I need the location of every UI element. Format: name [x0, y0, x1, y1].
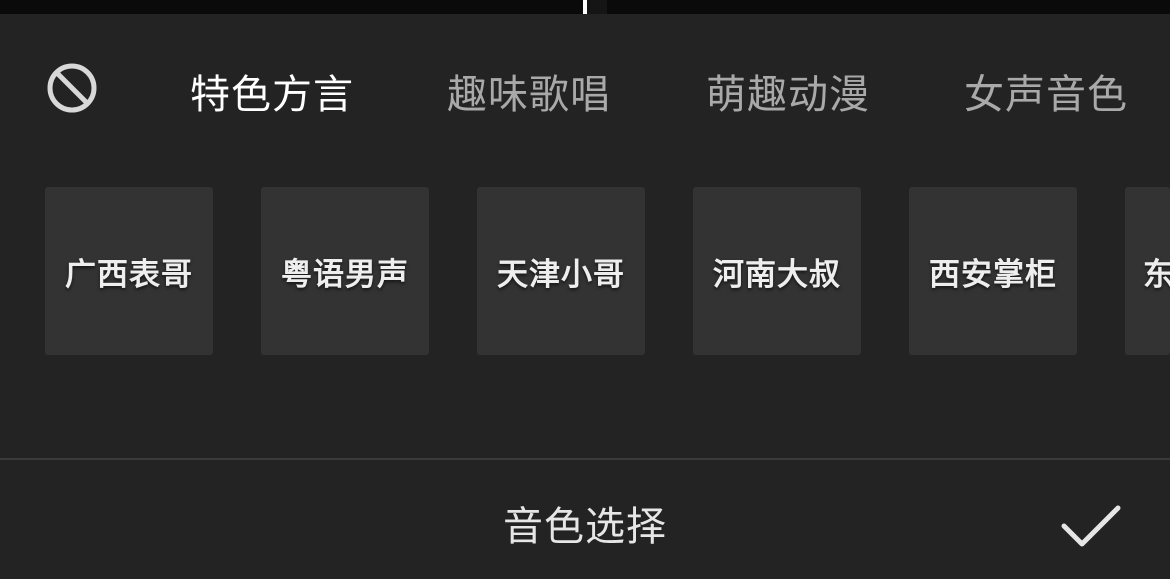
panel-title: 音色选择	[503, 504, 667, 550]
voice-card[interactable]: 天津小哥	[477, 187, 645, 355]
timeline-clip-gap	[587, 0, 607, 14]
voice-card[interactable]: 广西表哥	[45, 187, 213, 355]
tab-female-voice[interactable]: 女声音色	[964, 71, 1128, 119]
voice-card-list: 广西表哥 粤语男声 天津小哥 河南大叔 西安掌柜 东	[0, 187, 1170, 357]
voice-card-label: 西安掌柜	[929, 256, 1057, 293]
playhead[interactable]	[583, 0, 587, 14]
voice-card-partial[interactable]: 东	[1125, 187, 1170, 355]
tab-dialect[interactable]: 特色方言	[190, 71, 354, 119]
tab-anime[interactable]: 萌趣动漫	[706, 71, 870, 119]
divider	[0, 458, 1170, 460]
voice-card[interactable]: 粤语男声	[261, 187, 429, 355]
checkmark-icon[interactable]	[1058, 500, 1124, 552]
category-tab-bar: 特色方言 趣味歌唱 萌趣动漫 女声音色	[0, 14, 1170, 164]
voice-card-label: 天津小哥	[497, 256, 625, 293]
voice-card-label: 广西表哥	[65, 256, 193, 293]
voice-card-label: 东	[1143, 256, 1170, 293]
voice-card-label: 粤语男声	[281, 256, 409, 293]
voice-card[interactable]: 河南大叔	[693, 187, 861, 355]
voice-card-label: 河南大叔	[713, 256, 841, 293]
tab-singing[interactable]: 趣味歌唱	[447, 71, 611, 119]
voice-card[interactable]: 西安掌柜	[909, 187, 1077, 355]
no-effect-icon[interactable]	[44, 60, 100, 116]
